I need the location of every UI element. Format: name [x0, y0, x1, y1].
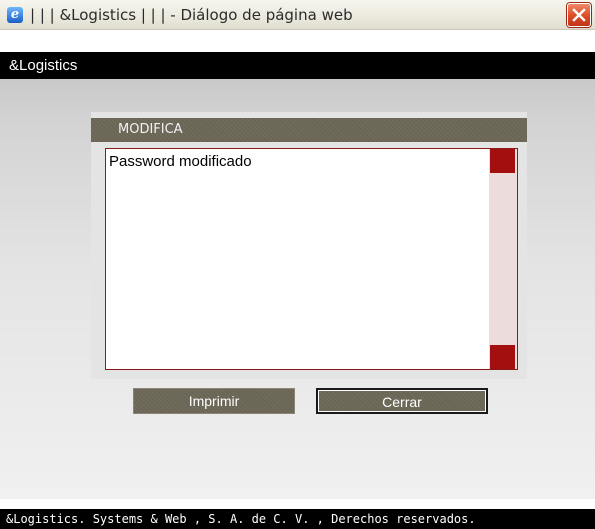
- message-box[interactable]: Password modificado: [105, 148, 518, 370]
- internet-explorer-icon: e: [7, 7, 23, 23]
- scroll-down-button[interactable]: [490, 345, 515, 369]
- print-button[interactable]: Imprimir: [133, 388, 295, 414]
- modifica-panel: MODIFICA Password modificado: [91, 112, 527, 379]
- scroll-up-button[interactable]: [490, 149, 515, 173]
- message-text: Password modificado: [109, 153, 252, 170]
- app-header: &Logistics: [0, 52, 595, 79]
- panel-header: MODIFICA: [91, 118, 527, 142]
- window-close-button[interactable]: [567, 3, 591, 27]
- app-header-title: &Logistics: [9, 57, 78, 74]
- footer: &Logistics. Systems & Web , S. A. de C. …: [0, 509, 595, 529]
- panel-title: MODIFICA: [118, 122, 183, 137]
- close-icon: [572, 8, 586, 22]
- message-scrollbar[interactable]: [489, 149, 517, 369]
- window-titlebar: e | | | &Logistics | | | - Diálogo de pá…: [0, 0, 595, 30]
- window-title: | | | &Logistics | | | - Diálogo de pági…: [30, 6, 353, 24]
- close-button[interactable]: Cerrar: [316, 388, 488, 414]
- footer-copyright: &Logistics. Systems & Web , S. A. de C. …: [6, 512, 476, 526]
